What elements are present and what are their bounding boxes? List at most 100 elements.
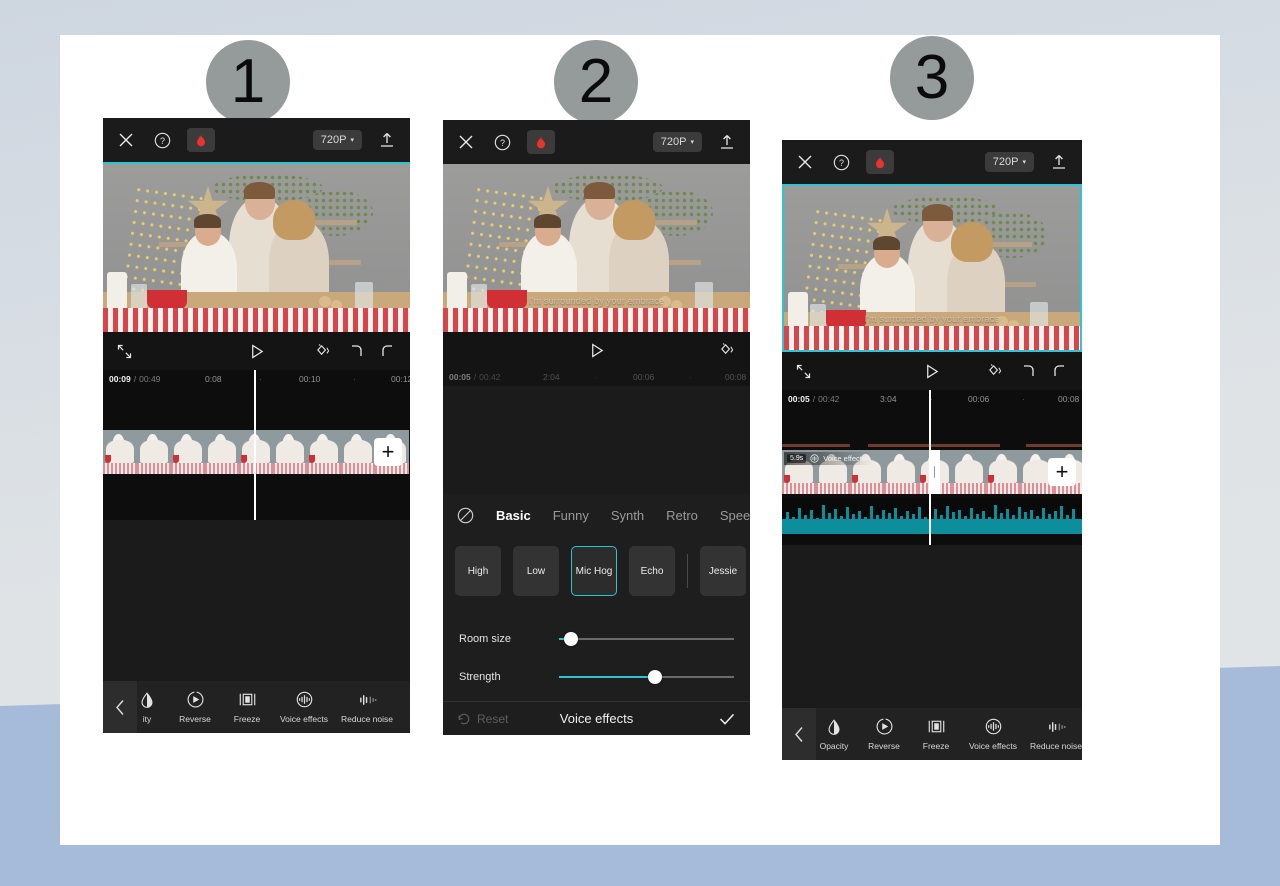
tab-funny[interactable]: Funny: [553, 508, 589, 523]
reset-button[interactable]: Reset: [457, 712, 508, 726]
resolution-label: 720P: [992, 156, 1019, 168]
flame-icon[interactable]: [187, 128, 215, 152]
redo-icon[interactable]: [380, 344, 396, 358]
video-preview-1[interactable]: [103, 162, 410, 332]
play-button[interactable]: [248, 343, 265, 360]
video-scene: I'm surrounded by your embrace: [443, 164, 750, 332]
slider-room-size[interactable]: Room size: [443, 620, 750, 658]
tool-reduce-noise[interactable]: Reduce noise: [335, 691, 399, 724]
clip-thumbnail: [137, 430, 171, 474]
help-icon[interactable]: ?: [151, 129, 173, 151]
play-button[interactable]: [588, 342, 605, 359]
effect-chip-low[interactable]: Low: [513, 546, 559, 596]
close-icon[interactable]: [115, 129, 137, 151]
tab-speed[interactable]: Speed: [720, 508, 750, 523]
video-preview-3[interactable]: I'm surrounded by your embrace: [782, 184, 1082, 352]
no-effect-icon[interactable]: [457, 507, 474, 524]
ruler-tick: 00:08: [725, 372, 747, 382]
tool-beat[interactable]: Beat: [399, 691, 410, 724]
ruler-dot: ·: [259, 374, 262, 384]
flame-icon[interactable]: [527, 130, 555, 154]
magic-tool-icon[interactable]: [987, 363, 1004, 379]
magic-tool-icon[interactable]: [719, 342, 736, 358]
slider-knob[interactable]: [564, 632, 579, 646]
play-button[interactable]: [924, 363, 941, 380]
audio-track[interactable]: [782, 498, 1082, 534]
add-clip-button[interactable]: +: [374, 438, 402, 466]
chevron-down-icon: ▾: [1022, 158, 1026, 166]
resolution-selector[interactable]: 720P ▾: [312, 130, 362, 150]
redo-icon[interactable]: [1052, 364, 1068, 378]
tool-voice-effects[interactable]: Voice effects: [962, 717, 1024, 751]
export-icon[interactable]: [376, 129, 398, 151]
phone-screenshot-1: ? 720P ▾ 00:09 / 00:49 0:08 · 00:10 · 00…: [103, 118, 410, 733]
tool-opacity[interactable]: ity: [125, 691, 169, 724]
effect-chip-jessie[interactable]: Jessie: [700, 546, 746, 596]
magic-tool-icon[interactable]: [315, 343, 332, 359]
export-icon[interactable]: [1048, 151, 1070, 173]
editing-toolbar-3: Opacity Reverse Freeze Voice effects Red…: [782, 708, 1082, 760]
tool-opacity[interactable]: Opacity: [810, 718, 858, 751]
help-icon[interactable]: ?: [830, 151, 852, 173]
playhead-3[interactable]: [929, 390, 931, 545]
player-controls-2: [443, 332, 750, 368]
effect-chip-mic-hog[interactable]: Mic Hog: [571, 546, 617, 596]
slider-strength[interactable]: Strength: [443, 658, 750, 696]
effect-chip-echo[interactable]: Echo: [629, 546, 675, 596]
flame-icon[interactable]: [866, 150, 894, 174]
chip-label: Echo: [640, 565, 664, 577]
slider-knob[interactable]: [648, 670, 663, 684]
resolution-selector[interactable]: 720P ▾: [984, 152, 1034, 172]
chip-label: High: [467, 565, 489, 577]
close-icon[interactable]: [794, 151, 816, 173]
resolution-selector[interactable]: 720P ▾: [652, 132, 702, 152]
chip-label: Low: [526, 565, 546, 577]
close-icon[interactable]: [455, 131, 477, 153]
tool-freeze[interactable]: Freeze: [221, 690, 273, 724]
slider-track[interactable]: [559, 632, 734, 646]
tab-retro[interactable]: Retro: [666, 508, 698, 523]
time-separator: /: [133, 374, 137, 384]
check-icon[interactable]: [718, 711, 736, 727]
step-marker-2: 2: [554, 40, 638, 124]
tab-basic[interactable]: Basic: [496, 508, 531, 523]
clip-thumbnail: [952, 450, 986, 494]
timeline-tracks-3[interactable]: 5.9s Voice effects +: [782, 390, 1082, 545]
undo-icon[interactable]: [348, 344, 364, 358]
timeline-3[interactable]: 00:05 / 00:42 3:04 · 00:06 · 00:08 5.9s …: [782, 390, 1082, 545]
timeline-tracks-1[interactable]: +: [103, 370, 410, 520]
undo-icon[interactable]: [1020, 364, 1036, 378]
chevron-down-icon: ▾: [350, 136, 354, 144]
tool-reverse[interactable]: Reverse: [169, 690, 221, 724]
video-clip-strip[interactable]: [103, 430, 410, 474]
tool-reverse[interactable]: Reverse: [858, 717, 910, 751]
svg-text:?: ?: [160, 135, 165, 145]
fullscreen-icon[interactable]: [117, 344, 132, 359]
app-top-bar: ? 720P ▾: [443, 120, 750, 164]
timeline-ruler-2: 00:05 / 00:42 2:04 · 00:06 · 00:08: [443, 368, 750, 386]
help-icon[interactable]: ?: [491, 131, 513, 153]
slider-track[interactable]: [559, 670, 734, 684]
video-preview-2[interactable]: I'm surrounded by your embrace: [443, 164, 750, 332]
fullscreen-icon[interactable]: [796, 364, 811, 379]
tool-reduce-noise[interactable]: Reduce noise: [1024, 718, 1082, 751]
add-clip-button[interactable]: +: [1048, 458, 1076, 486]
timeline-ruler-1: 00:09 / 00:49 0:08 · 00:10 · 00:12: [103, 370, 410, 388]
export-icon[interactable]: [716, 131, 738, 153]
tab-synth[interactable]: Synth: [611, 508, 644, 523]
slider-label: Strength: [459, 671, 501, 683]
tool-voice-effects[interactable]: Voice effects: [273, 690, 335, 724]
ruler-dot: ·: [353, 374, 356, 384]
timeline-1[interactable]: 00:09 / 00:49 0:08 · 00:10 · 00:12 +: [103, 370, 410, 520]
clip-effect-badge: 5.9s Voice effects: [784, 452, 872, 465]
video-caption: I'm surrounded by your embrace: [864, 314, 1000, 324]
total-time: 00:49: [139, 374, 161, 384]
video-frame: I'm surrounded by your embrace: [782, 184, 1082, 352]
effect-chip-list[interactable]: High Low Mic Hog Echo Jessie: [443, 536, 750, 606]
playhead-1[interactable]: [254, 370, 256, 520]
tool-label: Freeze: [233, 714, 261, 724]
effect-chip-high[interactable]: High: [455, 546, 501, 596]
tool-freeze[interactable]: Freeze: [910, 717, 962, 751]
clip-thumbnail: [171, 430, 205, 474]
step-marker-1: 1: [206, 40, 290, 124]
